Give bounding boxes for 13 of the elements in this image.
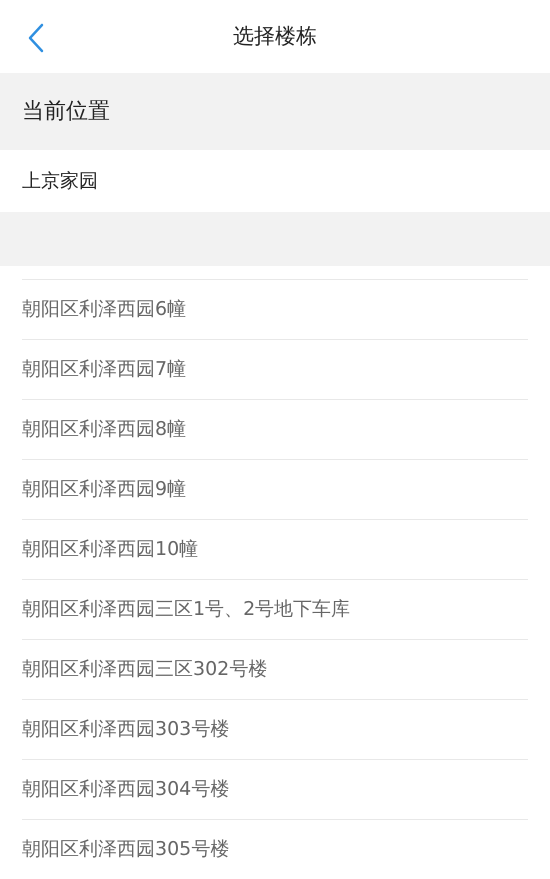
section-header: 当前位置 — [0, 73, 550, 150]
building-item[interactable]: 朝阳区利泽西园三区1号、2号地下车库 — [22, 595, 350, 624]
building-item[interactable]: 朝阳区利泽西园8幢 — [22, 415, 186, 444]
back-icon — [28, 23, 44, 53]
building-item[interactable]: 朝阳区利泽西园6幢 — [22, 295, 186, 324]
building-item[interactable]: 朝阳区利泽西园304号楼 — [22, 775, 230, 804]
building-item[interactable]: 朝阳区利泽西园303号楼 — [22, 715, 230, 744]
building-item[interactable]: 朝阳区利泽西园9幢 — [22, 475, 186, 504]
building-item[interactable]: 朝阳区利泽西园三区302号楼 — [22, 655, 268, 684]
building-item[interactable]: 朝阳区利泽西园7幢 — [22, 355, 186, 384]
building-item[interactable]: 朝阳区利泽西园10幢 — [22, 535, 198, 564]
building-item[interactable]: 朝阳区利泽西园305号楼 — [22, 835, 230, 864]
page-title: 选择楼栋 — [233, 22, 317, 50]
